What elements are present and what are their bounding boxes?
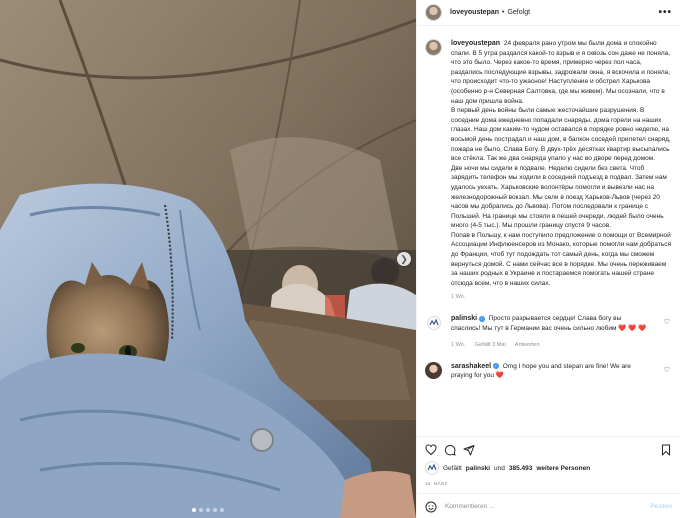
carousel-dot: [206, 508, 210, 512]
avatar[interactable]: [425, 4, 442, 21]
post-date: 16. MÄRZ: [425, 481, 448, 486]
carousel-dot: [213, 508, 217, 512]
caption-block: loveyoustepan 24 февраля рано утром мы б…: [425, 39, 674, 288]
caption-text: 24 февраля рано утром мы были дома и спо…: [451, 40, 671, 287]
liked-by-prefix: Gefällt: [443, 464, 462, 472]
follow-status-button[interactable]: Gefolgt: [507, 9, 530, 16]
emoji-icon[interactable]: [425, 501, 437, 513]
more-icon[interactable]: •••: [658, 7, 672, 18]
avatar[interactable]: [425, 361, 442, 379]
share-icon[interactable]: [463, 444, 475, 456]
post-photo[interactable]: ❯: [0, 0, 416, 518]
post-header: loveyoustepan • Gefolgt •••: [417, 0, 680, 26]
comment-username[interactable]: palinski: [451, 315, 477, 322]
post-comment-button[interactable]: Posten: [650, 503, 672, 510]
comment-composer: Posten: [417, 493, 680, 518]
comment-icon[interactable]: [444, 444, 456, 456]
comment-item: palinski ✓ Просто разрывается сердце! Сл…: [425, 314, 674, 348]
post-side-panel: loveyoustepan • Gefolgt ••• loveyoustepa…: [416, 0, 680, 518]
bookmark-icon[interactable]: [660, 444, 672, 456]
author-username[interactable]: loveyoustepan: [450, 9, 499, 16]
comments-scroll-area[interactable]: loveyoustepan 24 февраля рано утром мы б…: [417, 31, 680, 431]
likes-summary: Gefällt palinski und 385.493 weitere Per…: [425, 461, 672, 475]
palinski-logo-icon: [425, 461, 439, 475]
carousel-dot: [192, 508, 196, 512]
carousel-dot: [199, 508, 203, 512]
avatar[interactable]: [425, 39, 442, 56]
action-icons-row: [425, 441, 672, 459]
comment-item: sarashakeel ✓ Omg I hope you and stepan …: [425, 361, 674, 381]
comment-body: sarashakeel ✓ Omg I hope you and stepan …: [451, 362, 651, 381]
verified-icon: ✓: [492, 362, 499, 369]
likes-suffix[interactable]: weitere Personen: [536, 465, 590, 472]
comment-like-heart-icon[interactable]: ♡: [664, 318, 670, 326]
likes-count[interactable]: 385.493: [509, 465, 533, 472]
carousel-indicator: [192, 508, 224, 512]
caption-age: 1 Wo.: [451, 294, 466, 301]
palinski-logo-icon: [426, 315, 441, 330]
post-actions: Gefällt palinski und 385.493 weitere Per…: [417, 436, 680, 518]
comment-input[interactable]: [445, 503, 643, 510]
post-caption: loveyoustepan 24 февраля рано утром мы б…: [451, 39, 671, 288]
avatar[interactable]: [425, 314, 442, 332]
photo-illustration: [0, 0, 416, 518]
separator-dot: •: [502, 9, 505, 16]
comment-body: palinski ✓ Просто разрывается сердце! Сл…: [451, 314, 651, 333]
comment-likes[interactable]: Gefällt 3 Mal: [475, 342, 506, 348]
comment-like-heart-icon[interactable]: ♡: [664, 366, 670, 374]
liked-by-user[interactable]: palinski: [466, 465, 490, 472]
liked-by-suffix: und: [494, 464, 505, 472]
comment-meta: 1 Wo. Gefällt 3 Mal Antworten: [451, 342, 651, 348]
comment-hearts: ❤️: [495, 372, 504, 380]
carousel-dot: [220, 508, 224, 512]
chevron-right-icon[interactable]: ❯: [397, 252, 411, 266]
comment-username[interactable]: sarashakeel: [451, 363, 491, 370]
heart-icon[interactable]: [425, 444, 437, 456]
comment-hearts: ❤️ ❤️ ❤️: [618, 325, 647, 333]
comment-age: 1 Wo.: [451, 341, 466, 348]
comment-text: Просто разрывается сердце! Слава богу вы…: [451, 315, 622, 333]
verified-icon: ✓: [478, 315, 485, 322]
caption-username[interactable]: loveyoustepan: [451, 40, 500, 47]
reply-button[interactable]: Antworten: [515, 342, 540, 348]
avatar[interactable]: [425, 461, 439, 475]
